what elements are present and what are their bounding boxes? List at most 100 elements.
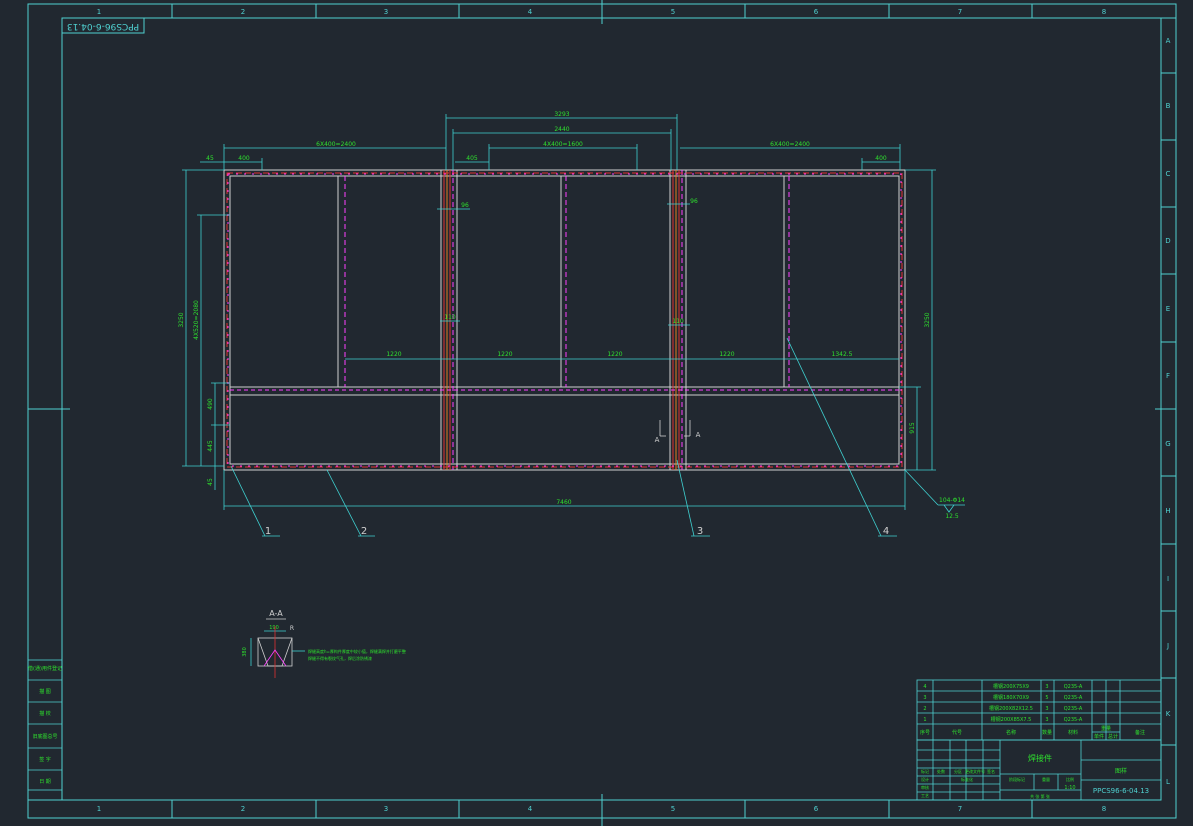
title-sign-row: 工艺 — [921, 793, 929, 798]
zone-label: 2 — [241, 8, 245, 16]
weld-symbol — [904, 469, 965, 513]
zone-label: E — [1166, 305, 1170, 313]
parts-header: 序号 — [920, 729, 930, 736]
dim-bay-1: 1220 — [386, 351, 401, 358]
parts-row-no: 1 — [923, 717, 926, 723]
dim-first-left: 400 — [238, 155, 250, 162]
zone-label: L — [1166, 778, 1170, 786]
dim-first-mid: 405 — [466, 155, 478, 162]
dim-edge-left: 45 — [206, 155, 214, 162]
dim-bay-5: 1342.5 — [832, 351, 853, 358]
left-strip-label: 描 校 — [39, 710, 51, 717]
weld-note: 104-Φ14 — [939, 497, 965, 504]
parts-row-qty: 5 — [1045, 695, 1048, 701]
parts-header: 总计 — [1108, 733, 1118, 740]
parts-header: 数量 — [1042, 729, 1052, 736]
dim-height-right: 3250 — [924, 312, 931, 327]
dim-pitch-right: 6X400=2400 — [770, 141, 810, 148]
title-sign-row: 审核 — [921, 784, 929, 790]
left-strip-label: 日 期 — [39, 779, 51, 785]
title-part-name: 焊接件 — [1028, 753, 1052, 763]
detail-note-1: 焊缝高度h=厚构件厚度中较小值，焊缝满焊并打磨平整 — [308, 648, 406, 654]
left-strip: 借(通)用件登记 描 图 描 校 旧底图总号 签 字 日 期 — [27, 659, 63, 791]
parts-row-no: 4 — [923, 684, 926, 690]
detail-dim-side: 380 — [242, 647, 248, 657]
parts-row-qty: 3 — [1045, 684, 1048, 690]
zone-label: J — [1166, 642, 1169, 650]
zone-label: G — [1165, 440, 1170, 448]
dim-pitch-mid: 4X400=1600 — [543, 141, 583, 148]
parts-header: 代号 — [952, 729, 962, 736]
section-mark-left: A — [655, 436, 660, 444]
zone-label: 3 — [384, 805, 388, 813]
zone-label: 1 — [97, 805, 101, 813]
zone-label: 4 — [528, 8, 533, 16]
parts-row-name: 槽钢200X82X12.5 — [989, 705, 1033, 712]
title-sign-row: 设计 — [921, 776, 929, 782]
left-strip-label: 签 字 — [39, 756, 51, 763]
title-date-cell: 分区 — [954, 768, 962, 774]
title-date-cell: 处数 — [937, 768, 945, 774]
zone-label: A — [1166, 37, 1171, 45]
parts-row-material: Q235-A — [1064, 684, 1083, 690]
zone-label: 7 — [958, 805, 962, 813]
zone-label: 3 — [384, 8, 388, 16]
zone-label: 6 — [814, 8, 819, 16]
title-sign-row: 标记 — [921, 768, 929, 774]
zone-label: D — [1165, 237, 1170, 245]
dim-gap-right: 96 — [690, 198, 698, 205]
zone-label: 4 — [528, 805, 533, 813]
parts-row-name: 槽钢200X75X9 — [993, 683, 1029, 690]
parts-header: 材料 — [1068, 729, 1078, 736]
zone-label: 2 — [241, 805, 245, 813]
left-strip-label: 旧底图总号 — [32, 733, 57, 740]
title-scale-value: 1:10 — [1064, 785, 1075, 791]
zone-label: 5 — [671, 8, 675, 16]
zone-labels-right: A B C D E F G H I J K L — [1165, 37, 1170, 786]
dimension-texts: 3293 2440 6X400=2400 4X400=1600 6X400=24… — [178, 111, 965, 520]
rotated-drawing-number-box: PPCS96-6-04.13 — [61, 17, 145, 34]
parts-header: 单件 — [1094, 733, 1104, 740]
parts-row-no: 2 — [923, 706, 926, 712]
dim-bay-2: 1220 — [497, 351, 512, 358]
title-sheet-label: 共 张 第 张 — [1030, 793, 1050, 799]
parts-list: 4 槽钢200X75X9 3 Q235-A 3 槽钢180X70X9 5 Q23… — [916, 679, 1162, 741]
detail-dim-top: 190 — [269, 625, 279, 631]
dim-inner-top: 2440 — [554, 126, 569, 133]
zone-label: H — [1165, 507, 1170, 515]
callout-2: 2 — [361, 526, 367, 537]
detail-dim-r: R — [290, 625, 294, 632]
parts-row-material: Q235-A — [1064, 695, 1083, 701]
dim-gap-left-mid: 110 — [444, 314, 456, 321]
detail-a-a: A-A 190 R 380 焊缝高度h=厚构件厚度中较小值，焊缝满焊并打磨平整 … — [242, 609, 406, 678]
zone-label: 6 — [814, 805, 819, 813]
parts-row-name: 槽钢200X85X7.5 — [991, 716, 1032, 723]
detail-title: A-A — [269, 609, 283, 618]
dim-gap-left: 96 — [461, 202, 469, 209]
parts-row-name: 槽钢180X70X9 — [993, 694, 1029, 701]
title-stage-label: 阶段标记 — [1009, 776, 1025, 782]
main-structure — [223, 169, 906, 471]
title-company: 图样 — [1115, 767, 1127, 775]
parts-row-no: 3 — [923, 695, 926, 701]
parts-header-weight: 重量 — [1101, 725, 1111, 732]
zone-label: 5 — [671, 805, 675, 813]
zone-label: B — [1166, 102, 1171, 110]
title-date-cell: 更改文件号 — [965, 768, 985, 774]
zone-label: 7 — [958, 8, 962, 16]
cad-drawing-canvas: 1 2 3 4 5 6 7 8 1 2 3 4 5 6 7 8 A B C D … — [27, 0, 1177, 826]
zone-label: 8 — [1102, 8, 1106, 16]
callout-1: 1 — [265, 526, 271, 537]
parts-row-material: Q235-A — [1064, 717, 1083, 723]
zone-label: 1 — [97, 8, 101, 16]
parts-row-qty: 3 — [1045, 706, 1048, 712]
title-small-label: 标准化 — [961, 776, 973, 782]
parts-row-qty: 3 — [1045, 717, 1048, 723]
title-block: 焊接件 图样 PPCS96-6-04.13 阶段标记 重量 比例 1:10 共 … — [916, 739, 1162, 801]
title-scale-label: 比例 — [1066, 776, 1074, 782]
parts-header: 备注 — [1135, 729, 1145, 736]
dim-bay-3: 1220 — [607, 351, 622, 358]
dim-height-pitch-left: 4X520=2080 — [193, 300, 200, 340]
dim-height-right-lower: 915 — [909, 422, 916, 434]
dim-pitch-left: 6X400=2400 — [316, 141, 356, 148]
